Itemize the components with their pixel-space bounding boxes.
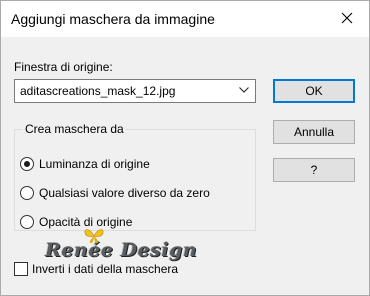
radio-button-checked[interactable] xyxy=(20,157,34,171)
help-button[interactable]: ? xyxy=(273,158,355,182)
mask-group-label: Crea maschera da xyxy=(23,122,126,136)
close-icon xyxy=(341,12,353,24)
invert-mask-option[interactable]: Inverti i dati della maschera xyxy=(14,262,178,276)
radio-label: Luminanza di origine xyxy=(39,157,150,171)
radio-button[interactable] xyxy=(20,186,34,200)
radio-source-luminance[interactable]: Luminanza di origine xyxy=(20,157,150,171)
radio-any-nonzero[interactable]: Qualsiasi valore diverso da zero xyxy=(20,186,210,200)
radio-source-opacity[interactable]: Opacità di origine xyxy=(20,215,132,229)
window-title: Aggiungi maschera da immagine xyxy=(11,11,215,27)
cancel-button[interactable]: Annulla xyxy=(273,120,355,144)
dialog-body: Finestra di origine: aditascreations_mas… xyxy=(1,37,369,295)
chevron-down-icon xyxy=(239,87,249,93)
invert-mask-label: Inverti i dati della maschera xyxy=(32,262,179,276)
invert-mask-checkbox[interactable] xyxy=(14,262,28,276)
source-window-dropdown[interactable]: aditascreations_mask_12.jpg xyxy=(14,79,256,103)
butterfly-icon xyxy=(84,229,104,243)
close-button[interactable] xyxy=(325,1,369,35)
dialog-window: Aggiungi maschera da immagine Finestra d… xyxy=(0,0,370,296)
title-bar[interactable]: Aggiungi maschera da immagine xyxy=(1,1,369,37)
radio-label: Qualsiasi valore diverso da zero xyxy=(39,186,210,200)
source-window-value: aditascreations_mask_12.jpg xyxy=(20,84,176,98)
ok-button[interactable]: OK xyxy=(273,79,355,103)
watermark-text: Renée Design xyxy=(45,239,198,261)
source-window-label: Finestra di origine: xyxy=(14,60,113,74)
radio-button[interactable] xyxy=(20,215,34,229)
